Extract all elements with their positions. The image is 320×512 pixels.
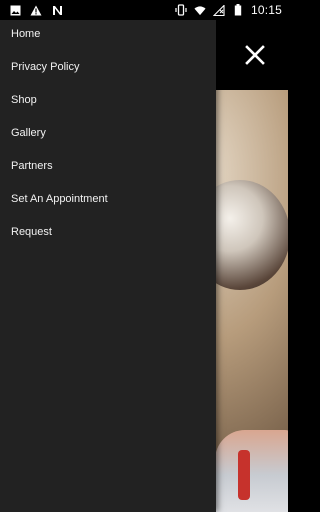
n-icon (51, 4, 63, 16)
player-image (215, 430, 288, 512)
battery-icon (232, 4, 244, 16)
wifi-icon (194, 4, 206, 16)
drawer-item-partners[interactable]: Partners (0, 152, 216, 185)
warning-icon (30, 4, 42, 16)
no-signal-icon (212, 4, 225, 16)
drawer-item-home[interactable]: Home (0, 20, 216, 53)
drawer-item-set-an-appointment[interactable]: Set An Appointment (0, 185, 216, 218)
drawer-item-shop[interactable]: Shop (0, 86, 216, 119)
close-button[interactable] (242, 42, 268, 68)
vibrate-icon (175, 4, 187, 16)
navigation-drawer: Home Privacy Policy Shop Gallery Partner… (0, 20, 216, 512)
drawer-menu: Home Privacy Policy Shop Gallery Partner… (0, 20, 216, 251)
status-bar: 10:15 (0, 0, 288, 20)
player-stripe (238, 450, 250, 500)
image-icon (9, 4, 21, 16)
drawer-item-privacy-policy[interactable]: Privacy Policy (0, 53, 216, 86)
drawer-item-gallery[interactable]: Gallery (0, 119, 216, 152)
drawer-item-request[interactable]: Request (0, 218, 216, 251)
close-icon (245, 45, 265, 65)
status-time: 10:15 (250, 3, 282, 17)
